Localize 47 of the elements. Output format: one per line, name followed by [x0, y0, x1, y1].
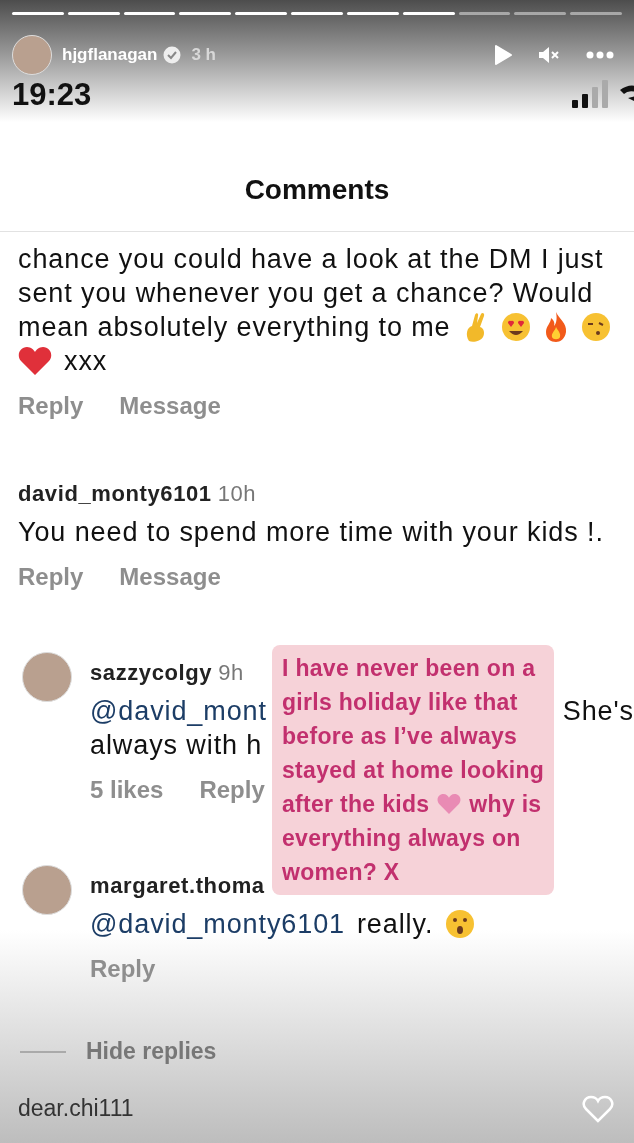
comment-text: chance you could have a look at the DM I just — [18, 243, 604, 276]
status-time: 19:23 — [12, 77, 92, 113]
comment-text: You need to spend more time with your kids !. — [18, 516, 604, 549]
commenter-avatar[interactable] — [22, 865, 72, 915]
sticker-text: before as I’ve always — [282, 722, 518, 751]
sticker-text: after the kids — [282, 790, 430, 819]
story-username[interactable]: hjgflanagan — [62, 45, 158, 65]
heart-eyes-emoji-icon — [500, 312, 531, 342]
comment-text: mean absolutely everything to me — [18, 311, 451, 344]
comment-text: xxx — [64, 345, 108, 378]
comment-username[interactable]: dear.chi111 — [18, 1095, 634, 1122]
commenter-avatar[interactable] — [22, 652, 72, 702]
comment-action[interactable]: Reply — [18, 392, 84, 420]
surprised-emoji-icon — [445, 909, 476, 939]
comment-text: She's — [562, 695, 634, 728]
sticker-text: why is — [469, 790, 542, 819]
sticker-text: women? X — [282, 858, 400, 887]
story-time: 3 h — [191, 45, 216, 65]
comment-text: always with h — [90, 729, 263, 762]
comment-time: 9h — [218, 660, 244, 685]
mention-link[interactable]: @david_mont — [90, 694, 267, 728]
heart-emoji-icon — [437, 793, 462, 815]
heart-emoji-icon — [18, 346, 52, 376]
like-heart-icon[interactable] — [582, 1095, 614, 1123]
comment-action[interactable]: Message — [119, 563, 221, 591]
play-icon[interactable] — [494, 45, 512, 65]
comment-time: 10h — [217, 481, 257, 506]
comment-action[interactable]: Message — [119, 392, 221, 420]
comments-title: Comments — [243, 174, 391, 206]
hide-replies-link[interactable]: Hide replies — [86, 1038, 217, 1065]
comment-username[interactable]: david_monty6101 — [18, 481, 212, 506]
comment-username[interactable]: sazzycolgy — [90, 660, 213, 685]
comment-username[interactable]: margaret.thoma — [90, 873, 265, 898]
mute-icon[interactable] — [538, 45, 560, 65]
comment-action[interactable]: Reply — [199, 776, 265, 804]
comment-action[interactable]: Reply — [90, 955, 156, 983]
comment-text: really. — [356, 908, 434, 941]
comment-text: sent you whenever you get a chance? Would — [18, 277, 594, 310]
sticker-text: everything always on — [282, 824, 521, 853]
mention-link[interactable]: @david_monty6101 — [90, 907, 345, 941]
more-options-icon[interactable] — [586, 51, 614, 59]
sticker-text: girls holiday like that — [282, 688, 518, 717]
sticker-text: stayed at home looking — [282, 756, 545, 785]
avatar[interactable] — [12, 35, 52, 75]
sticker-text: I have never been on a — [282, 654, 536, 683]
comment-action[interactable]: Reply — [18, 563, 84, 591]
comment-action[interactable]: 5 likes — [90, 776, 164, 804]
